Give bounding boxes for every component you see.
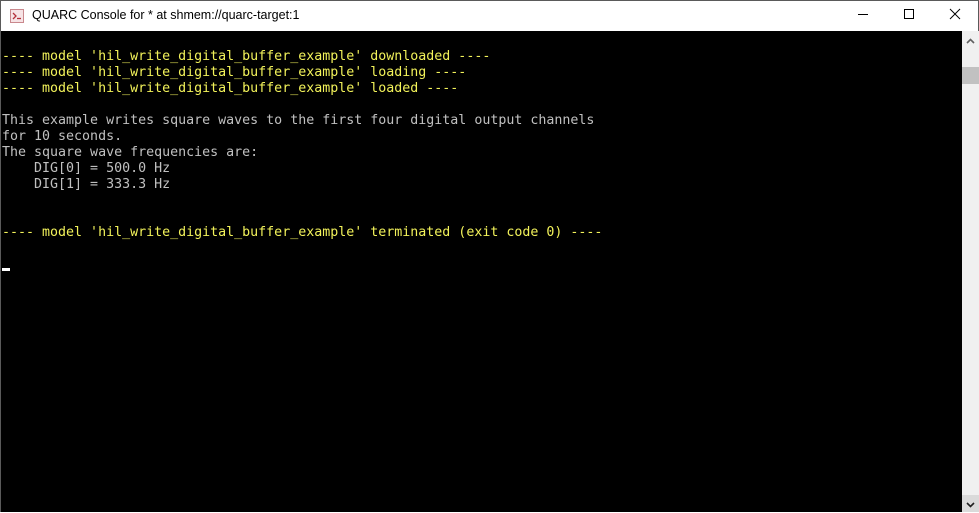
chevron-up-icon <box>966 31 975 49</box>
console-status-line: ---- model 'hil_write_digital_buffer_exa… <box>2 65 467 80</box>
console-text-line: This example writes square waves to the … <box>2 113 595 128</box>
console-text-line <box>2 193 602 209</box>
close-button[interactable] <box>932 1 978 31</box>
scroll-up-button[interactable] <box>962 31 979 48</box>
chevron-down-icon <box>966 495 975 513</box>
scroll-thumb[interactable] <box>962 67 979 84</box>
console-text-line <box>2 97 602 113</box>
console-text-line: for 10 seconds. <box>2 129 123 144</box>
console-status-line: ---- model 'hil_write_digital_buffer_exa… <box>2 81 459 96</box>
console-status-line: ---- model 'hil_write_digital_buffer_exa… <box>2 225 603 240</box>
console-lines: ---- model 'hil_write_digital_buffer_exa… <box>2 33 602 241</box>
console-icon <box>10 9 24 23</box>
window-title: QUARC Console for * at shmem://quarc-tar… <box>32 8 300 22</box>
console-text-line: The square wave frequencies are: <box>2 145 259 160</box>
console-status-line: ---- model 'hil_write_digital_buffer_exa… <box>2 49 491 64</box>
close-icon <box>949 7 961 25</box>
console-window: QUARC Console for * at shmem://quarc-tar… <box>0 0 979 512</box>
maximize-button[interactable] <box>886 1 932 31</box>
minimize-icon <box>857 7 869 25</box>
console-text-line: DIG[0] = 500.0 Hz <box>2 161 171 176</box>
console-output[interactable]: ---- model 'hil_write_digital_buffer_exa… <box>1 31 962 512</box>
minimize-button[interactable] <box>840 1 886 31</box>
text-cursor <box>2 268 10 271</box>
console-text-line: DIG[1] = 333.3 Hz <box>2 177 171 192</box>
maximize-icon <box>903 7 915 25</box>
console-text-line <box>2 209 602 225</box>
console-text-line <box>2 33 602 49</box>
title-bar[interactable]: QUARC Console for * at shmem://quarc-tar… <box>1 1 978 31</box>
vertical-scrollbar[interactable] <box>962 31 979 512</box>
scroll-down-button[interactable] <box>962 495 979 512</box>
